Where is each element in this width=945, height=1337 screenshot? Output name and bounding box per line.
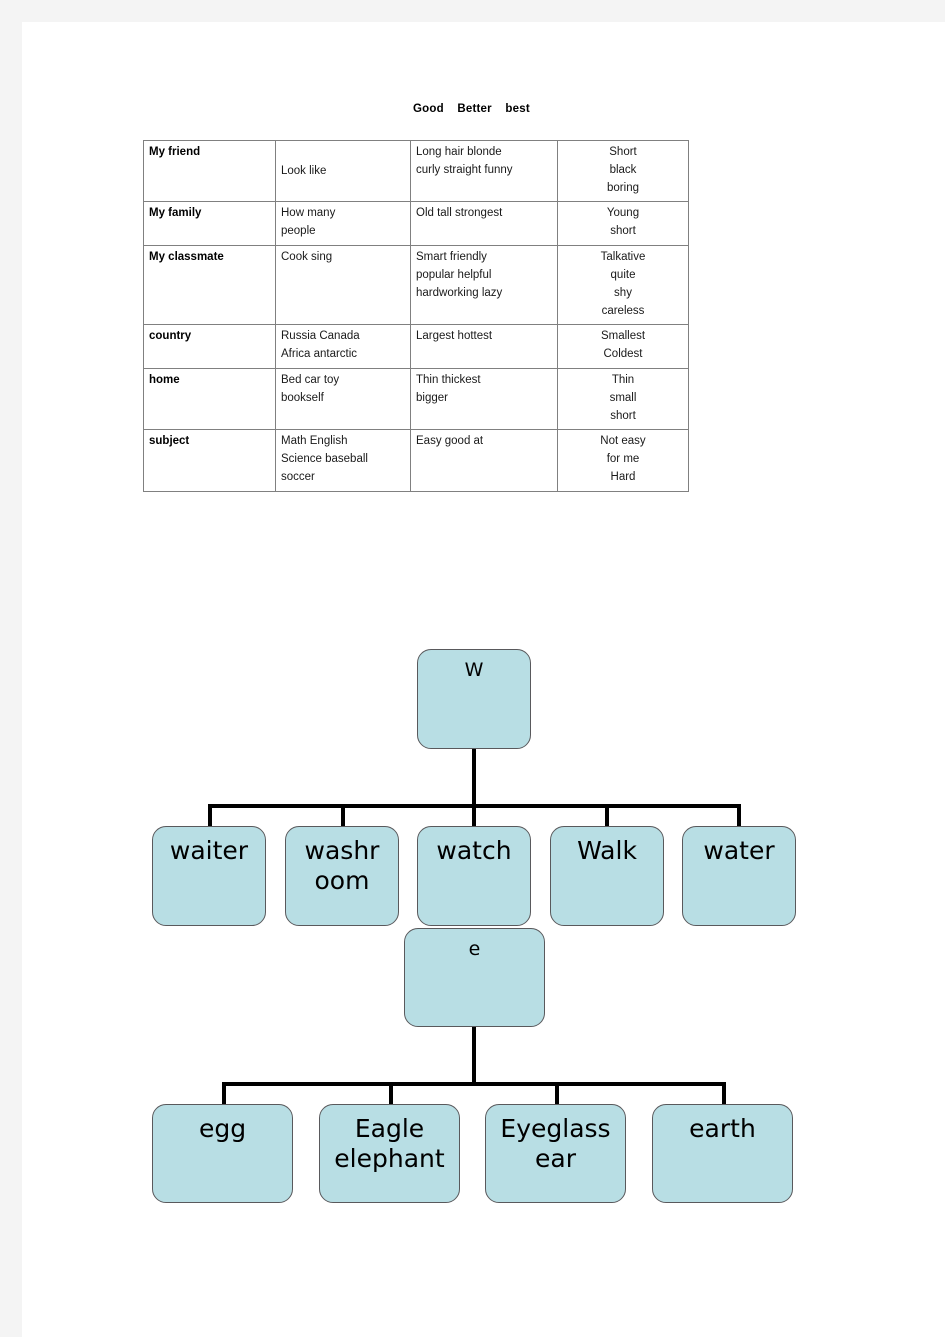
table-row: home Bed car toy bookself Thin thickest … <box>143 367 689 431</box>
connector-e-drop-3 <box>722 1082 726 1104</box>
node-watch[interactable]: watch <box>417 826 531 926</box>
row-better: Easy good at <box>410 429 558 492</box>
table-row: My classmate Cook sing Smart friendly po… <box>143 245 689 326</box>
row-good: How many people <box>275 201 411 247</box>
node-waiter[interactable]: waiter <box>152 826 266 926</box>
row-best: Thin small short <box>557 367 689 431</box>
node-walk[interactable]: Walk <box>550 826 664 926</box>
row-best: Talkative quite shy careless <box>557 245 689 326</box>
node-label: earth <box>689 1114 756 1143</box>
node-water[interactable]: water <box>682 826 796 926</box>
node-egg[interactable]: egg <box>152 1104 293 1203</box>
table-heading: Good Better best <box>413 103 530 115</box>
row-topic: country <box>143 324 276 369</box>
table-row: My family How many people Old tall stron… <box>143 201 689 247</box>
node-label: W <box>464 659 484 681</box>
row-good: Cook sing <box>275 245 411 326</box>
connector-w-drop-1 <box>341 804 345 826</box>
node-earth[interactable]: earth <box>652 1104 793 1203</box>
row-better: Largest hottest <box>410 324 558 369</box>
row-topic: subject <box>143 429 276 492</box>
row-best: Young short <box>557 201 689 247</box>
row-topic: My family <box>143 201 276 247</box>
row-good: Russia Canada Africa antarctic <box>275 324 411 369</box>
table-row: My friend Look like Long hair blonde cur… <box>143 139 689 203</box>
node-eagle-elephant[interactable]: Eagle elephant <box>319 1104 460 1203</box>
row-good: Look like <box>275 139 411 203</box>
node-eyeglass-ear[interactable]: Eyeglass ear <box>485 1104 626 1203</box>
row-topic: My friend <box>143 139 276 203</box>
comparative-adjectives-table: My friend Look like Long hair blonde cur… <box>143 139 689 492</box>
node-label: Eyeglass ear <box>500 1114 611 1173</box>
table-row: country Russia Canada Africa antarctic L… <box>143 324 689 369</box>
row-best: Smallest Coldest <box>557 324 689 369</box>
node-label: Walk <box>577 836 637 865</box>
connector-w-drop-4 <box>737 804 741 826</box>
node-label: e <box>468 938 481 960</box>
row-topic: My classmate <box>143 245 276 326</box>
connector-e-stem <box>472 1025 476 1082</box>
connector-w-stem <box>472 747 476 804</box>
row-better: Smart friendly popular helpful hardworki… <box>410 245 558 326</box>
connector-e-bus <box>222 1082 726 1086</box>
connector-w-bus <box>208 804 741 808</box>
node-label: water <box>703 836 775 865</box>
table-row: subject Math English Science baseball so… <box>143 429 689 492</box>
connector-w-drop-3 <box>605 804 609 826</box>
node-label: Eagle elephant <box>334 1114 445 1173</box>
connector-w-drop-0 <box>208 804 212 826</box>
row-better: Thin thickest bigger <box>410 367 558 431</box>
row-best: Not easy for me Hard <box>557 429 689 492</box>
connector-e-drop-0 <box>222 1082 226 1104</box>
connector-e-drop-1 <box>389 1082 393 1104</box>
node-label: watch <box>436 836 512 865</box>
row-better: Old tall strongest <box>410 201 558 247</box>
node-root-w[interactable]: W <box>417 649 531 749</box>
node-label: waiter <box>169 836 249 865</box>
node-washroom[interactable]: washr oom <box>285 826 399 926</box>
connector-e-drop-2 <box>555 1082 559 1104</box>
row-best: Short black boring <box>557 139 689 203</box>
row-good: Math English Science baseball soccer <box>275 429 411 492</box>
document-page: Good Better best My friend Look like Lon… <box>22 22 945 1337</box>
row-better: Long hair blonde curly straight funny <box>410 139 558 203</box>
node-label: egg <box>198 1114 247 1143</box>
node-label: washr oom <box>304 836 380 895</box>
row-topic: home <box>143 367 276 431</box>
row-good: Bed car toy bookself <box>275 367 411 431</box>
node-root-e[interactable]: e <box>404 928 545 1027</box>
connector-w-drop-2 <box>472 804 476 826</box>
